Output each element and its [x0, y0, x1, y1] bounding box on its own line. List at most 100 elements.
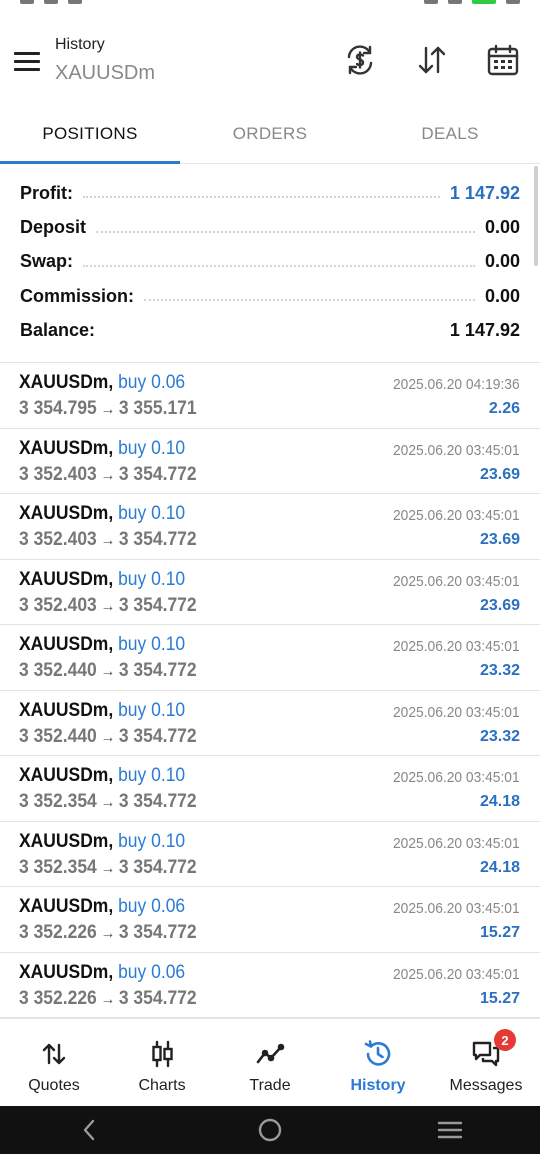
deal-symbol: XAUUSDm, [19, 765, 114, 786]
deal-row[interactable]: XAUUSDm, buy 0.10 3 352.403 → 3 354.772 2025… [0, 494, 540, 560]
deal-prices: 3 352.403 → 3 354.772 [19, 529, 197, 551]
deals-list: XAUUSDm, buy 0.06 3 354.795 → 3 355.171 2025… [0, 362, 540, 1018]
deal-time: 2025.06.20 03:45:01 [393, 703, 520, 721]
history-tabs: POSITIONS ORDERS DEALS [0, 104, 540, 164]
nav-label: Trade [249, 1077, 291, 1094]
deal-row[interactable]: XAUUSDm, buy 0.10 3 352.403 → 3 354.772 2025… [0, 429, 540, 494]
deal-row[interactable]: XAUUSDm, buy 0.06 3 352.226 → 3 354.772 2025… [0, 887, 540, 953]
deal-close-price: 3 354.772 [118, 594, 197, 616]
deal-close-price: 3 354.772 [118, 660, 197, 681]
arrow-right-icon: → [100, 794, 116, 811]
arrow-right-icon: → [100, 466, 116, 484]
nav-label: Messages [449, 1077, 523, 1094]
deal-direction: buy 0.10 [118, 765, 186, 786]
deal-open-price: 3 352.354 [19, 791, 97, 812]
deal-direction: buy 0.10 [118, 699, 186, 721]
nav-history[interactable]: History [324, 1019, 432, 1106]
deal-time: 2025.06.20 04:19:36 [393, 376, 520, 393]
deal-profit: 15.27 [479, 924, 520, 941]
candlestick-icon [152, 1040, 173, 1068]
recents-icon[interactable] [430, 1110, 470, 1150]
nav-trade[interactable]: Trade [216, 1019, 324, 1106]
deal-profit: 23.69 [479, 465, 520, 483]
deal-prices: 3 352.403 → 3 354.772 [19, 595, 197, 617]
deal-time: 2025.06.20 03:45:01 [393, 900, 520, 917]
bottom-nav: Quotes Charts Trade History Messages 2 [0, 1018, 540, 1106]
deal-prices: 3 352.354 → 3 354.772 [19, 857, 197, 879]
deal-symbol-line: XAUUSDm, buy 0.10 [19, 438, 185, 460]
deal-profit: 23.69 [479, 596, 520, 614]
summary-value: 0.00 [484, 217, 520, 238]
home-icon[interactable] [250, 1110, 290, 1150]
summary-value: 0.00 [484, 251, 520, 272]
system-nav-bar [0, 1106, 540, 1154]
back-icon[interactable] [70, 1110, 110, 1150]
deal-profit: 24.18 [479, 858, 520, 876]
summary-value: 1 147.92 [449, 320, 520, 341]
arrow-right-icon: → [100, 663, 116, 680]
arrow-right-icon: → [100, 728, 116, 746]
summary-label: Deposit [20, 217, 87, 238]
summary-label: Commission: [20, 285, 135, 306]
deal-profit: 2.26 [488, 400, 520, 417]
deal-row[interactable]: XAUUSDm, buy 0.10 3 352.440 → 3 354.772 2025… [0, 625, 540, 691]
deal-direction: buy 0.06 [118, 896, 186, 917]
deal-prices: 3 352.440 → 3 354.772 [19, 660, 197, 682]
deal-direction: buy 0.10 [118, 634, 186, 655]
deal-prices: 3 352.440 → 3 354.772 [19, 726, 197, 748]
deal-symbol: XAUUSDm, [19, 961, 114, 983]
summary-row-profit: Profit: 1 147.92 [20, 176, 520, 210]
scrollbar[interactable] [534, 166, 538, 266]
nav-messages[interactable]: Messages 2 [432, 1019, 540, 1106]
page-title: History [55, 36, 105, 53]
deal-symbol: XAUUSDm, [19, 503, 114, 524]
dotted-leader [83, 196, 440, 199]
deal-symbol-line: XAUUSDm, buy 0.10 [19, 765, 185, 787]
deal-profit: 23.69 [479, 531, 520, 548]
deal-time: 2025.06.20 03:45:01 [393, 441, 520, 459]
deal-symbol: XAUUSDm, [19, 699, 114, 721]
deal-profit: 15.27 [479, 989, 520, 1007]
summary-row-commission: Commission: 0.00 [20, 279, 520, 313]
deal-symbol-line: XAUUSDm, buy 0.10 [19, 634, 185, 656]
tab-positions[interactable]: POSITIONS [0, 104, 180, 164]
nav-label: History [350, 1077, 406, 1094]
deal-row[interactable]: XAUUSDm, buy 0.10 3 352.354 → 3 354.772 2025… [0, 756, 540, 822]
deal-time: 2025.06.20 03:45:01 [393, 638, 520, 655]
arrow-right-icon: → [100, 925, 116, 942]
symbol-filter[interactable]: XAUUSDm [55, 62, 155, 85]
summary-value: 1 147.92 [449, 182, 520, 203]
deal-prices: 3 352.403 → 3 354.772 [19, 464, 197, 486]
deal-symbol-line: XAUUSDm, buy 0.10 [19, 831, 185, 853]
tab-orders[interactable]: ORDERS [180, 104, 360, 163]
deal-prices: 3 354.795 → 3 355.171 [19, 398, 197, 420]
deal-symbol-line: XAUUSDm, buy 0.06 [19, 962, 185, 984]
deal-close-price: 3 354.772 [118, 791, 197, 812]
deal-symbol: XAUUSDm, [19, 372, 114, 393]
deal-row[interactable]: XAUUSDm, buy 0.06 3 354.795 → 3 355.171 2025… [0, 363, 540, 429]
calendar-icon[interactable] [483, 40, 523, 80]
deal-close-price: 3 354.772 [118, 463, 197, 485]
tab-deals[interactable]: DEALS [360, 104, 540, 163]
deal-row[interactable]: XAUUSDm, buy 0.10 3 352.403 → 3 354.772 2025… [0, 560, 540, 625]
menu-icon[interactable] [14, 52, 40, 72]
arrow-right-icon: → [100, 859, 116, 877]
deal-symbol-line: XAUUSDm, buy 0.06 [19, 896, 185, 918]
deal-open-price: 3 352.403 [19, 529, 97, 550]
trade-line-icon [256, 1043, 285, 1064]
deal-prices: 3 352.226 → 3 354.772 [19, 922, 197, 944]
currency-exchange-icon[interactable] [340, 40, 380, 80]
deal-direction: buy 0.10 [118, 568, 186, 590]
deal-row[interactable]: XAUUSDm, buy 0.06 3 352.226 → 3 354.772 2025… [0, 953, 540, 1018]
summary-label: Swap: [20, 251, 74, 272]
nav-quotes[interactable]: Quotes [0, 1019, 108, 1106]
deal-row[interactable]: XAUUSDm, buy 0.10 3 352.354 → 3 354.772 2025… [0, 822, 540, 887]
deal-row[interactable]: XAUUSDm, buy 0.10 3 352.440 → 3 354.772 2025… [0, 691, 540, 756]
deal-prices: 3 352.226 → 3 354.772 [19, 988, 197, 1010]
deal-symbol: XAUUSDm, [19, 568, 114, 590]
summary-label: Profit: [20, 182, 73, 203]
sort-icon[interactable] [412, 40, 452, 80]
nav-label: Charts [138, 1077, 186, 1094]
deal-time: 2025.06.20 03:45:01 [393, 834, 520, 852]
nav-charts[interactable]: Charts [108, 1019, 216, 1106]
